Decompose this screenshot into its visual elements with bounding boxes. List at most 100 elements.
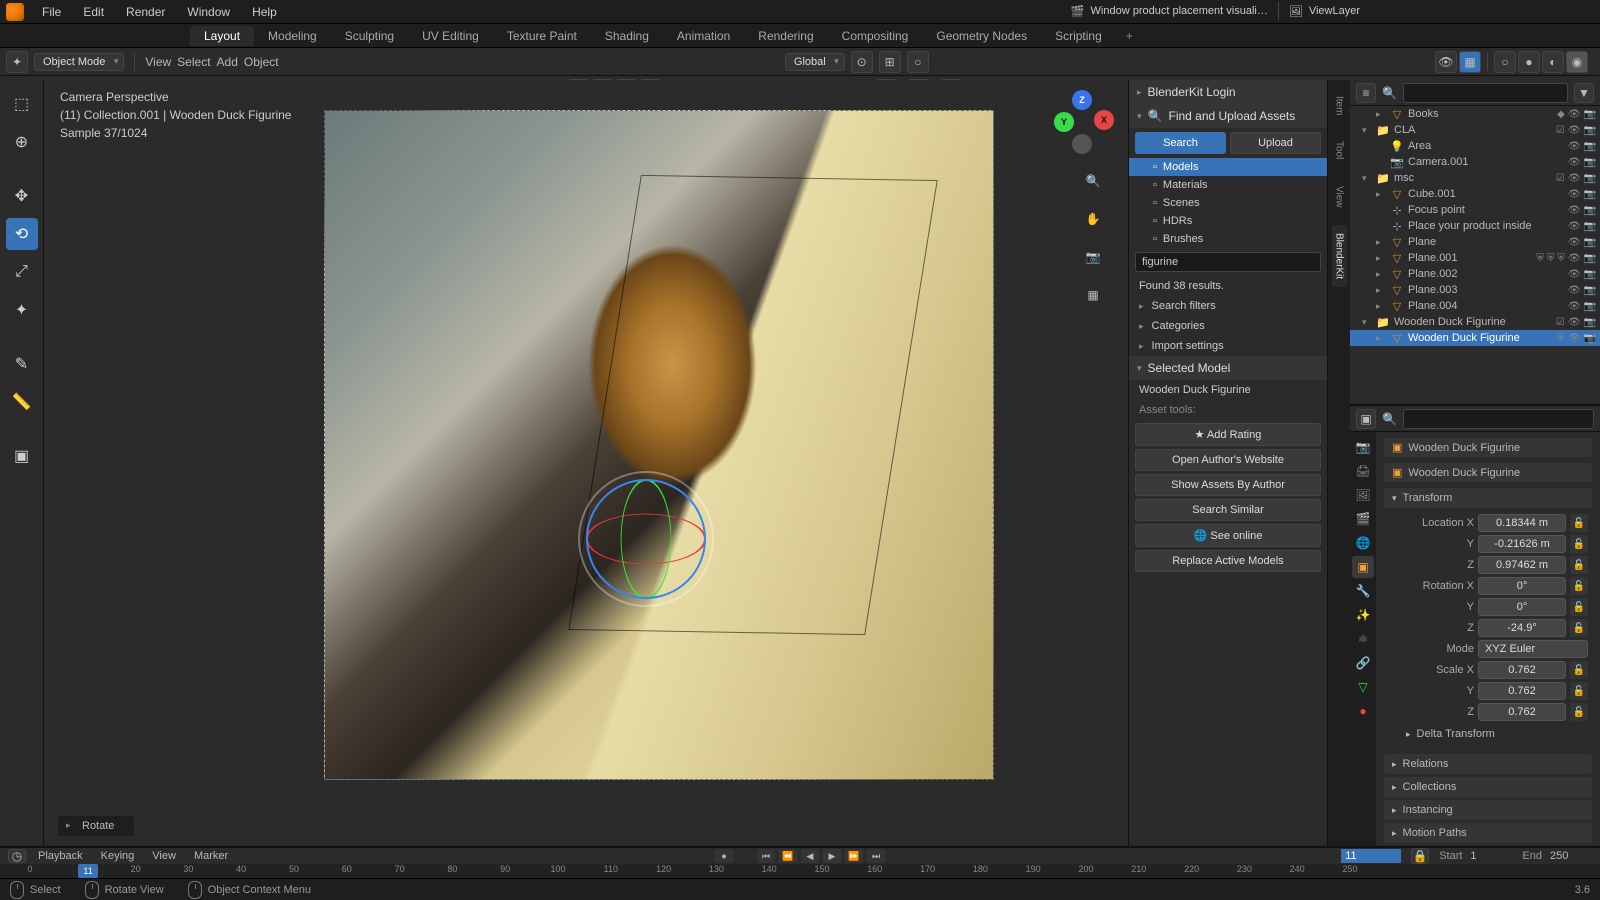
- outliner-row[interactable]: ▸▽Wooden Duck Figurine⛨👁📷: [1350, 330, 1600, 346]
- import-settings[interactable]: ▸Import settings: [1129, 336, 1327, 356]
- section-motion-paths[interactable]: ▸Motion Paths: [1384, 823, 1592, 843]
- outliner-row[interactable]: ▸▽Plane.001⛨⛨⛨👁📷: [1350, 250, 1600, 266]
- search-filters[interactable]: ▸Search filters: [1129, 296, 1327, 316]
- outliner-type-icon[interactable]: ≡: [1356, 83, 1376, 103]
- shading-wire-icon[interactable]: ○: [1494, 51, 1516, 73]
- outliner-row[interactable]: ▾📁msc☑👁📷: [1350, 170, 1600, 186]
- asset-tab-scenes[interactable]: ▫Scenes: [1129, 194, 1327, 212]
- bk-search-input[interactable]: [1135, 252, 1321, 272]
- outliner-row[interactable]: ⊹Focus point👁📷: [1350, 202, 1600, 218]
- ptab-constraint-icon[interactable]: 🔗: [1352, 652, 1374, 674]
- bk-open-author-s-website[interactable]: Open Author's Website: [1135, 449, 1321, 471]
- lock-icon[interactable]: 🔓: [1570, 514, 1588, 532]
- jump-start-icon[interactable]: ⏮: [757, 849, 775, 863]
- rotate-gizmo[interactable]: [586, 479, 706, 599]
- pivot-icon[interactable]: ⊙: [851, 51, 873, 73]
- panel-selected-model[interactable]: ▾Selected Model: [1129, 356, 1327, 380]
- asset-tab-hdrs[interactable]: ▫HDRs: [1129, 212, 1327, 230]
- lock-icon[interactable]: 🔓: [1570, 661, 1588, 679]
- bk-see-online[interactable]: 🌐 See online: [1135, 524, 1321, 547]
- outliner-row[interactable]: ▾📁Wooden Duck Figurine☑👁📷: [1350, 314, 1600, 330]
- lock-icon[interactable]: 🔓: [1570, 556, 1588, 574]
- outliner-row[interactable]: ▾📁CLA☑👁📷: [1350, 122, 1600, 138]
- workspace-tab-layout[interactable]: Layout: [190, 26, 254, 46]
- lock-icon[interactable]: 🔓: [1570, 703, 1588, 721]
- hdr-object[interactable]: Object: [244, 55, 279, 69]
- ptab-modifier-icon[interactable]: 🔧: [1352, 580, 1374, 602]
- ptab-scene-icon[interactable]: 🎬: [1352, 508, 1374, 530]
- ptab-output-icon[interactable]: 🖨: [1352, 460, 1374, 482]
- bk-search-similar[interactable]: Search Similar: [1135, 499, 1321, 521]
- hdr-select[interactable]: Select: [177, 55, 210, 69]
- menu-help[interactable]: Help: [242, 3, 287, 21]
- play-icon[interactable]: ▶: [823, 849, 841, 863]
- section-relations[interactable]: ▸Relations: [1384, 754, 1592, 774]
- tool-scale[interactable]: ⤢: [6, 256, 38, 288]
- outliner[interactable]: ▸▽Books◆👁📷▾📁CLA☑👁📷💡Area👁📷📷Camera.001👁📷▾📁…: [1350, 106, 1600, 406]
- play-rev-icon[interactable]: ◀: [801, 849, 819, 863]
- outliner-row[interactable]: ▸▽Books◆👁📷: [1350, 106, 1600, 122]
- tl-marker[interactable]: Marker: [188, 850, 234, 862]
- snap-icon[interactable]: ⊞: [879, 51, 901, 73]
- jump-prev-icon[interactable]: ⏪: [779, 849, 797, 863]
- outliner-row[interactable]: 📷Camera.001👁📷: [1350, 154, 1600, 170]
- tool-move[interactable]: ✥: [6, 180, 38, 212]
- zoom-icon[interactable]: 🔍: [1078, 166, 1108, 196]
- bk-add-rating[interactable]: ★ Add Rating: [1135, 423, 1321, 446]
- ptab-particle-icon[interactable]: ✨: [1352, 604, 1374, 626]
- section-delta[interactable]: ▸Delta Transform: [1388, 724, 1588, 744]
- vtab-tool[interactable]: Tool: [1332, 133, 1347, 167]
- camera-view-icon[interactable]: 📷: [1078, 242, 1108, 272]
- tool-cursor[interactable]: ⊕: [6, 126, 38, 158]
- outliner-row[interactable]: 💡Area👁📷: [1350, 138, 1600, 154]
- tl-playback[interactable]: Playback: [32, 850, 89, 862]
- mode-dropdown[interactable]: Object Mode: [34, 53, 124, 71]
- tool-annotate[interactable]: ✎: [6, 348, 38, 380]
- workspace-tab-compositing[interactable]: Compositing: [828, 26, 923, 46]
- perspective-icon[interactable]: ▦: [1078, 280, 1108, 310]
- tool-transform[interactable]: ✦: [6, 294, 38, 326]
- outliner-row[interactable]: ▸▽Cube.001👁📷: [1350, 186, 1600, 202]
- menu-file[interactable]: File: [32, 3, 71, 21]
- add-workspace-icon[interactable]: +: [1116, 26, 1143, 46]
- menu-edit[interactable]: Edit: [73, 3, 114, 21]
- lock-icon[interactable]: 🔓: [1570, 577, 1588, 595]
- vtab-blenderkit[interactable]: BlenderKit: [1332, 225, 1347, 287]
- workspace-tab-geometry-nodes[interactable]: Geometry Nodes: [922, 26, 1041, 46]
- breadcrumb[interactable]: ▣Wooden Duck Figurine: [1384, 438, 1592, 457]
- outliner-row[interactable]: ▸▽Plane.002👁📷: [1350, 266, 1600, 282]
- vtab-view[interactable]: View: [1332, 178, 1347, 216]
- tl-keying[interactable]: Keying: [95, 850, 141, 862]
- breadcrumb-2[interactable]: ▣Wooden Duck Figurine: [1384, 463, 1592, 482]
- scale-y[interactable]: 0.762: [1478, 682, 1566, 700]
- asset-tab-materials[interactable]: ▫Materials: [1129, 176, 1327, 194]
- range-lock-icon[interactable]: 🔒: [1411, 848, 1429, 864]
- loc-y[interactable]: -0.21626 m: [1478, 535, 1566, 553]
- rot-z[interactable]: -24.9°: [1478, 619, 1566, 637]
- panel-login[interactable]: ▸BlenderKit Login: [1129, 80, 1327, 104]
- workspace-tab-rendering[interactable]: Rendering: [744, 26, 827, 46]
- rot-x[interactable]: 0°: [1478, 577, 1566, 595]
- section-instancing[interactable]: ▸Instancing: [1384, 800, 1592, 820]
- current-frame[interactable]: 11: [1341, 849, 1401, 863]
- outliner-row[interactable]: ▸▽Plane.004👁📷: [1350, 298, 1600, 314]
- ptab-object-icon[interactable]: ▣: [1352, 556, 1374, 578]
- lock-icon[interactable]: 🔓: [1570, 682, 1588, 700]
- autokey-icon[interactable]: ●: [715, 849, 733, 863]
- jump-end-icon[interactable]: ⏭: [867, 849, 885, 863]
- section-transform[interactable]: ▾Transform: [1384, 488, 1592, 508]
- search-button[interactable]: Search: [1135, 132, 1226, 154]
- scale-x[interactable]: 0.762: [1478, 661, 1566, 679]
- loc-x[interactable]: 0.18344 m: [1478, 514, 1566, 532]
- upload-button[interactable]: Upload: [1230, 132, 1321, 154]
- workspace-tab-texture-paint[interactable]: Texture Paint: [493, 26, 591, 46]
- tool-measure[interactable]: 📏: [6, 386, 38, 418]
- timeline-type-icon[interactable]: ◷: [8, 849, 26, 863]
- scale-z[interactable]: 0.762: [1478, 703, 1566, 721]
- workspace-tab-sculpting[interactable]: Sculpting: [331, 26, 408, 46]
- last-op-panel[interactable]: ▸ Rotate: [58, 816, 134, 836]
- asset-tab-models[interactable]: ▫Models: [1129, 158, 1327, 176]
- outliner-row[interactable]: ▸▽Plane👁📷: [1350, 234, 1600, 250]
- tl-view[interactable]: View: [146, 850, 182, 862]
- lock-icon[interactable]: 🔓: [1570, 619, 1588, 637]
